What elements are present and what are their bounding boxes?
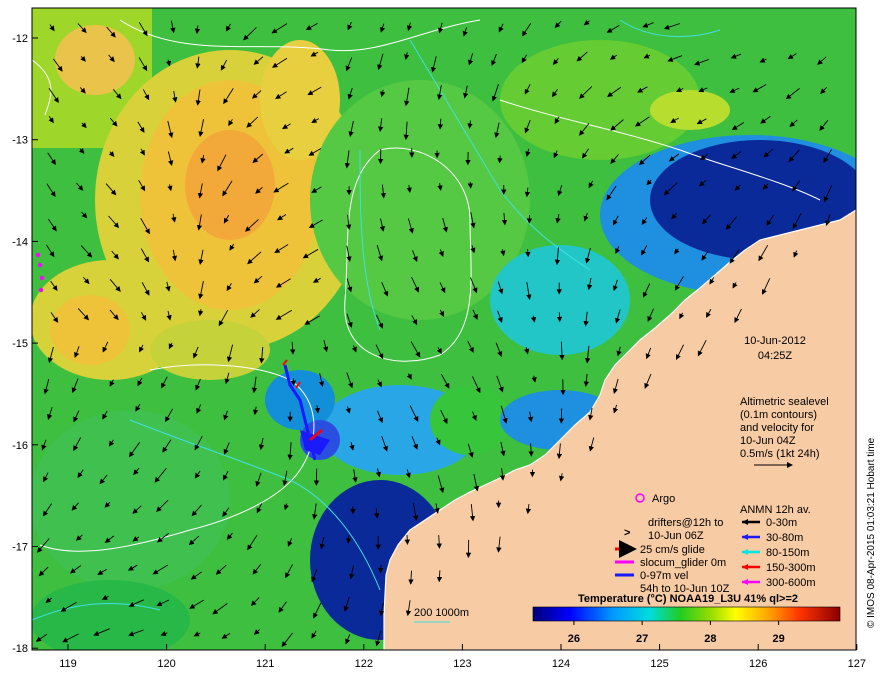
y-tick-label: -16 [12, 440, 28, 452]
anmn-title: ANMN 12h av. [740, 504, 811, 516]
anmn-item-label: 80-150m [766, 547, 809, 559]
y-tick-label: -15 [12, 338, 28, 350]
y-tick-label: -17 [12, 542, 28, 554]
x-tick-label: 124 [552, 658, 570, 670]
altimetry-line-1: Altimetric sealevel [740, 396, 829, 408]
depth-contour-label: 200 1000m [414, 607, 469, 619]
altimetry-line-3: and velocity for [740, 422, 814, 434]
x-tick-label: 119 [59, 658, 77, 670]
altimetry-line-4: 10-Jun 04Z [740, 435, 796, 447]
colorbar-tick-label: 27 [636, 633, 648, 645]
drifters-line-2: 10-Jun 06Z [648, 530, 704, 542]
glide-label: 25 cm/s glide [640, 544, 705, 556]
slocum-label: slocum_glider 0m [640, 557, 726, 569]
drifters-line-1: drifters@12h to [648, 517, 723, 529]
sst-map: -12 -13 -14 -15 -16 -17 -18 119 120 121 122 123 124… [12, 7, 877, 670]
x-tick-label: 122 [355, 658, 373, 670]
current-arrow [404, 534, 410, 545]
x-tick-label: 121 [256, 658, 274, 670]
x-tick-label: 127 [848, 658, 866, 670]
drifter-icon: > [624, 527, 630, 539]
map-date: 10-Jun-2012 [744, 335, 806, 347]
x-tick-label: 125 [650, 658, 668, 670]
credit-text: © IMOS 08-Apr-2015 01:03:21 Hobart time [866, 437, 877, 628]
colorbar-tick-label: 29 [772, 633, 784, 645]
x-tick-label: 126 [749, 658, 767, 670]
altimetry-line-2: (0.1m contours) [740, 409, 817, 421]
altimetry-line-5: 0.5m/s (1kt 24h) [740, 448, 819, 460]
map-time: 04:25Z [758, 350, 793, 362]
y-tick-label: -18 [12, 643, 28, 655]
x-tick-label: 123 [453, 658, 471, 670]
colorbar-title: Temperature (°C) NOAA19_L3U 41% ql>=2 [578, 593, 798, 605]
colorbar-gradient [532, 606, 841, 622]
anmn-item-label: 300-600m [766, 577, 816, 589]
current-arrow [467, 181, 474, 189]
current-arrow [525, 248, 531, 258]
colorbar-tick-label: 26 [568, 633, 580, 645]
anmn-item-label: 30-80m [766, 532, 803, 544]
anmn-item-label: 150-300m [766, 562, 816, 574]
colorbar-tick-label: 28 [704, 633, 716, 645]
argo-label: Argo [652, 493, 675, 505]
y-tick-label: -14 [12, 236, 28, 248]
x-tick-label: 120 [157, 658, 175, 670]
y-tick-label: -13 [12, 135, 28, 147]
vel-line-1: 0-97m vel [640, 570, 688, 582]
y-tick-label: -12 [12, 33, 28, 45]
anmn-item-label: 0-30m [766, 517, 797, 529]
